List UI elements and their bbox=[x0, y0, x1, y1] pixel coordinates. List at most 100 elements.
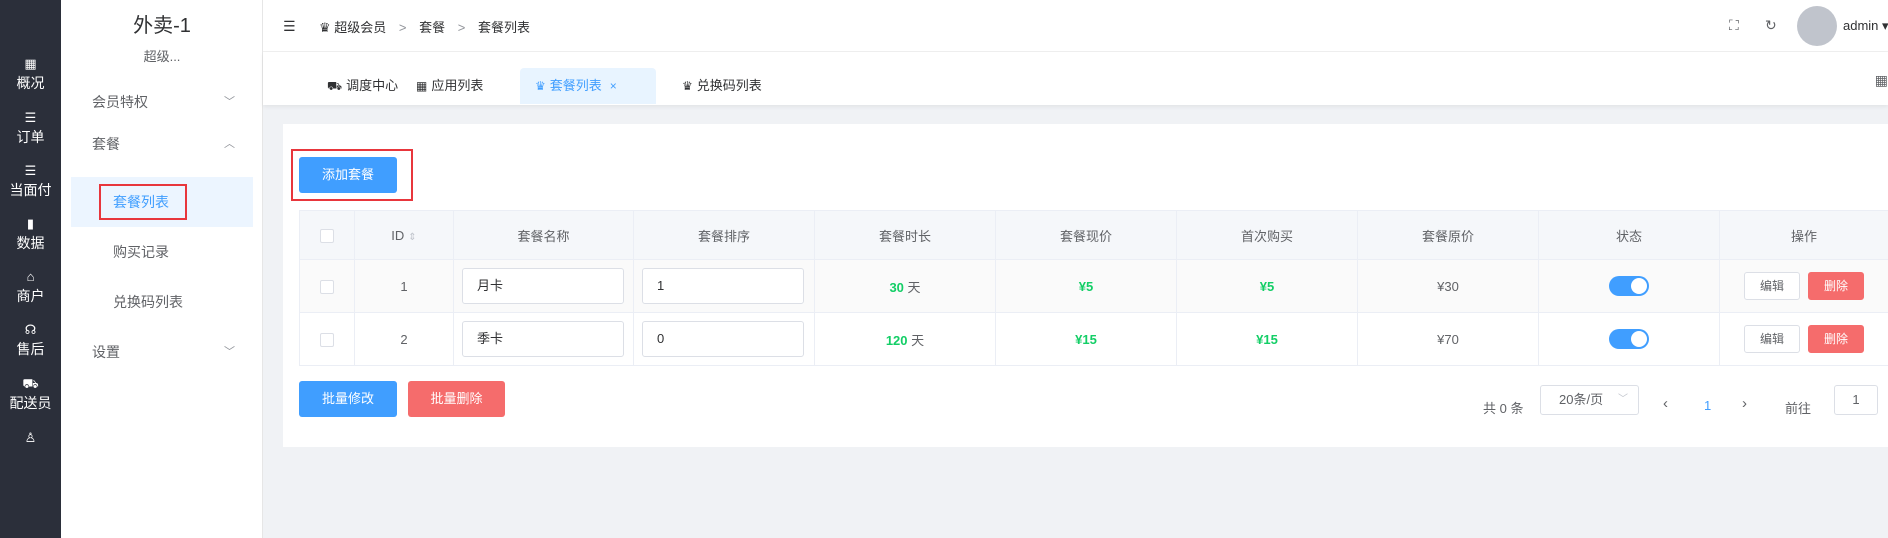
user-menu[interactable]: admin ▾ bbox=[1843, 18, 1888, 34]
tab-menu-icon[interactable]: ▦ bbox=[1875, 72, 1888, 89]
tab-dispatch-center[interactable]: ⛟ 调度中心 bbox=[312, 68, 413, 104]
original-price-cell: ¥30 bbox=[1357, 259, 1539, 313]
caret-down-icon: ▾ bbox=[1882, 18, 1888, 33]
package-sort-input[interactable]: 1 bbox=[642, 268, 804, 304]
next-page-icon[interactable]: › bbox=[1742, 395, 1747, 412]
current-price: ¥5 bbox=[1078, 278, 1094, 294]
chevron-down-icon: ﹀ bbox=[1618, 394, 1628, 405]
column-header[interactable]: ID ⇕ bbox=[354, 210, 454, 260]
duration-unit: 天 bbox=[907, 279, 921, 295]
pagination-total: 共 0 条 bbox=[1483, 401, 1524, 416]
package-sort-input[interactable]: 0 bbox=[642, 321, 804, 357]
headset-icon: ☊ bbox=[24, 322, 37, 337]
first-purchase-cell: ¥5 bbox=[1176, 259, 1358, 313]
status-toggle[interactable] bbox=[1609, 276, 1649, 296]
menu-item-member-privileges[interactable]: 会员特权 ﹀ bbox=[61, 79, 263, 125]
tab-redeem-code-list[interactable]: ♛ 兑换码列表 bbox=[667, 68, 777, 104]
rail-item-after-sales[interactable]: ☊ 售后 bbox=[0, 322, 61, 380]
rail-label: 概况 bbox=[16, 75, 45, 91]
status-cell bbox=[1538, 312, 1720, 366]
breadcrumb-item[interactable]: 超级会员 bbox=[334, 20, 386, 35]
tab-label: 兑换码列表 bbox=[696, 78, 762, 93]
rail-label: 数据 bbox=[16, 235, 45, 251]
rail-label: 商户 bbox=[16, 288, 45, 304]
price-cell: ¥15 bbox=[995, 312, 1177, 366]
select-all-cell bbox=[299, 210, 355, 260]
top-header: ☰ ♛ 超级会员 > 套餐 > 套餐列表 ⛶ ↻ admin ▾ bbox=[263, 0, 1888, 52]
bar-chart-icon: ▮ bbox=[26, 216, 35, 231]
tab-package-list[interactable]: ♛ 套餐列表 × bbox=[520, 68, 656, 104]
rail-label: 配送员 bbox=[9, 395, 52, 411]
close-icon[interactable]: × bbox=[610, 79, 617, 93]
menu-item-settings[interactable]: 设置 ﹀ bbox=[61, 329, 263, 375]
page-size-select[interactable]: 20条/页 ﹀ bbox=[1540, 385, 1639, 415]
rail-item-couriers[interactable]: ⛟ 配送员 bbox=[0, 376, 61, 434]
sidebar-toggle-icon[interactable]: ☰ bbox=[283, 18, 296, 35]
rail-item-orders[interactable]: ☰ 订单 bbox=[0, 110, 61, 168]
actions-cell: 编辑 删除 bbox=[1719, 312, 1888, 366]
tab-label: 套餐列表 bbox=[549, 78, 602, 93]
grid-icon: ▦ bbox=[416, 79, 428, 93]
original-price-cell: ¥70 bbox=[1357, 312, 1539, 366]
scooter-icon: ⛟ bbox=[22, 376, 39, 391]
rail-item-merchants[interactable]: ⌂ 商户 bbox=[0, 269, 61, 327]
duration-cell: 30 天 bbox=[814, 259, 996, 313]
sort-cell: 0 bbox=[633, 312, 815, 366]
menu-label: 会员特权 bbox=[92, 94, 148, 110]
submenu-item-purchase-records[interactable]: 购买记录 bbox=[71, 227, 253, 277]
rail-item-overview[interactable]: ▦ 概况 bbox=[0, 56, 61, 114]
rail-label: 订单 bbox=[16, 129, 45, 145]
batch-edit-button[interactable]: 批量修改 bbox=[299, 381, 397, 417]
package-name-input[interactable]: 季卡 bbox=[462, 321, 624, 357]
tab-app-list[interactable]: ▦ 应用列表 bbox=[401, 68, 498, 104]
package-name-input[interactable]: 月卡 bbox=[462, 268, 624, 304]
delete-button[interactable]: 删除 bbox=[1808, 325, 1864, 353]
row-checkbox[interactable] bbox=[320, 279, 334, 294]
first-purchase-price: ¥5 bbox=[1259, 278, 1275, 294]
edit-button[interactable]: 编辑 bbox=[1744, 325, 1800, 353]
first-purchase-cell: ¥15 bbox=[1176, 312, 1358, 366]
scooter-icon: ⛟ bbox=[327, 79, 343, 93]
column-header: 套餐现价 bbox=[995, 210, 1177, 260]
status-toggle[interactable] bbox=[1609, 329, 1649, 349]
toggle-knob bbox=[1631, 331, 1647, 347]
chevron-down-icon: ﹀ bbox=[224, 346, 235, 358]
delete-button[interactable]: 删除 bbox=[1808, 272, 1864, 300]
page-number-current[interactable]: 1 bbox=[1704, 398, 1711, 413]
menu-item-packages[interactable]: 套餐 ︿ bbox=[61, 121, 263, 167]
fullscreen-icon[interactable]: ⛶ bbox=[1729, 17, 1739, 34]
chevron-up-icon: ︿ bbox=[224, 138, 235, 150]
refresh-icon[interactable]: ↻ bbox=[1765, 17, 1777, 34]
app-subtitle: 超级... bbox=[143, 49, 181, 64]
page-size-value: 20条/页 bbox=[1559, 392, 1604, 407]
sort-icon[interactable]: ⇕ bbox=[408, 232, 416, 243]
rail-item-face-pay[interactable]: ☰ 当面付 bbox=[0, 163, 61, 221]
menu-label: 套餐 bbox=[92, 136, 120, 152]
crown-icon: ♛ bbox=[535, 79, 546, 93]
table-header-row: ID ⇕ 套餐名称 套餐排序 套餐时长 套餐现价 首次购买 套餐原价 状态 操作 bbox=[299, 210, 1888, 260]
row-checkbox[interactable] bbox=[320, 332, 334, 347]
breadcrumb-item[interactable]: 套餐 bbox=[419, 20, 445, 35]
batch-delete-button[interactable]: 批量删除 bbox=[408, 381, 505, 417]
avatar[interactable] bbox=[1797, 6, 1837, 46]
id-cell: 2 bbox=[354, 312, 454, 366]
edit-button[interactable]: 编辑 bbox=[1744, 272, 1800, 300]
current-price: ¥15 bbox=[1075, 331, 1097, 347]
prev-page-icon[interactable]: ‹ bbox=[1663, 395, 1668, 412]
submenu-label: 兑换码列表 bbox=[113, 294, 183, 310]
column-header: 套餐原价 bbox=[1357, 210, 1539, 260]
duration-cell: 120 天 bbox=[814, 312, 996, 366]
duration-unit: 天 bbox=[911, 332, 925, 348]
name-cell: 月卡 bbox=[453, 259, 634, 313]
breadcrumb-separator: > bbox=[457, 20, 466, 35]
menu-label: 设置 bbox=[92, 344, 120, 360]
table-row: 2 季卡 0 120 天 ¥15 ¥15 ¥70 编辑 删除 bbox=[299, 312, 1888, 366]
user-icon: ♙ bbox=[24, 430, 37, 445]
submenu-item-redeem-codes[interactable]: 兑换码列表 bbox=[71, 277, 253, 327]
goto-page-input[interactable]: 1 bbox=[1834, 385, 1878, 415]
crown-icon: ♛ bbox=[682, 79, 693, 93]
rail-item-users[interactable]: ♙ bbox=[0, 430, 61, 488]
select-all-checkbox[interactable] bbox=[320, 228, 334, 243]
row-select-cell bbox=[299, 312, 355, 366]
rail-item-data[interactable]: ▮ 数据 bbox=[0, 216, 61, 274]
